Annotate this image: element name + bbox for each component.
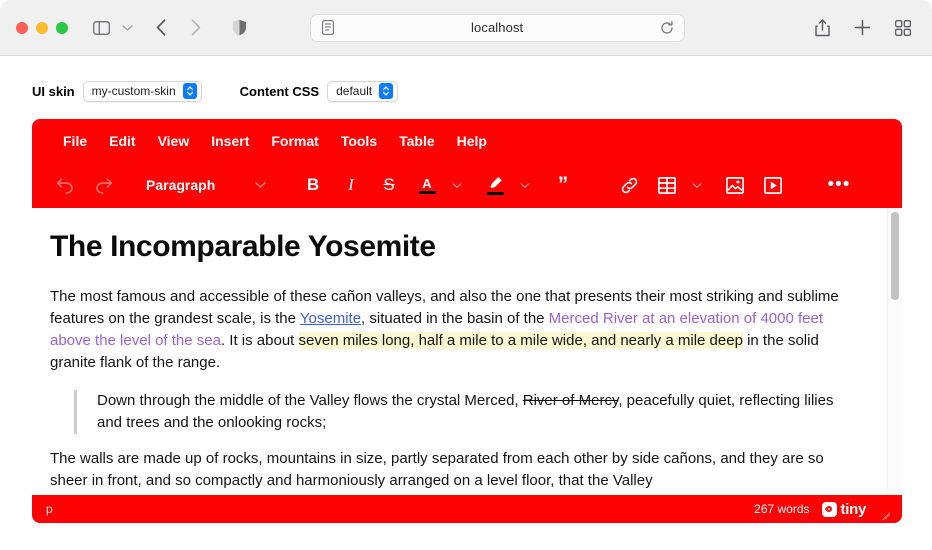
plus-icon[interactable] xyxy=(850,15,876,41)
p1-part2: , situated in the basin of the xyxy=(361,310,549,327)
content-css-value: default xyxy=(336,84,372,98)
quote-part1: Down through the middle of the Valley fl… xyxy=(97,392,523,409)
chevron-down-icon xyxy=(452,182,462,189)
text-color-button[interactable]: A xyxy=(412,170,442,200)
content-css-label: Content CSS xyxy=(240,84,319,99)
chevron-down-icon[interactable] xyxy=(114,15,140,41)
strikethrough-button[interactable]: S xyxy=(374,170,404,200)
demo-controls-row: UI skin my-custom-skin Content CSS defau… xyxy=(32,80,916,102)
editor-resize-handle[interactable] xyxy=(878,503,890,515)
address-bar[interactable]: localhost xyxy=(310,14,685,42)
bold-icon: B xyxy=(307,175,319,195)
table-dropdown[interactable] xyxy=(682,170,712,200)
editor-content-area: The Incomparable Yosemite The most famou… xyxy=(32,208,902,495)
highlighter-pen-icon xyxy=(487,176,504,195)
chevron-updown-icon[interactable] xyxy=(379,83,393,99)
menu-help[interactable]: Help xyxy=(448,129,496,153)
insert-table-button[interactable] xyxy=(652,170,682,200)
editor-scrollbar[interactable] xyxy=(887,208,902,495)
redo-button[interactable] xyxy=(88,170,118,200)
browser-right-actions xyxy=(800,15,916,41)
chevron-down-icon xyxy=(255,181,266,189)
more-toolbar-items-button[interactable]: ••• xyxy=(824,170,854,200)
reload-icon[interactable] xyxy=(658,19,676,37)
page-content: UI skin my-custom-skin Content CSS defau… xyxy=(0,56,932,550)
insert-link-button[interactable] xyxy=(614,170,644,200)
chevron-updown-icon[interactable] xyxy=(183,83,197,99)
editor-toolbar: Paragraph B I S xyxy=(32,162,902,208)
p1-part3: . It is about xyxy=(221,332,299,349)
document-blockquote: Down through the middle of the Valley fl… xyxy=(74,390,853,434)
chevron-down-icon xyxy=(520,182,530,189)
insert-image-button[interactable] xyxy=(720,170,750,200)
tinymce-editor: File Edit View Insert Format Tools Table… xyxy=(32,119,902,523)
window-traffic-lights xyxy=(16,22,68,34)
ellipsis-icon: ••• xyxy=(828,180,851,190)
editor-statusbar: p 267 words tiny xyxy=(32,495,902,523)
tinymce-brand-logo[interactable]: tiny xyxy=(822,501,866,518)
text-color-dropdown[interactable] xyxy=(442,170,472,200)
maximize-window-button[interactable] xyxy=(56,22,68,34)
word-count[interactable]: 267 words xyxy=(754,502,809,516)
content-css-select[interactable]: default xyxy=(327,81,398,102)
italic-button[interactable]: I xyxy=(336,170,366,200)
tiny-mark-icon xyxy=(822,502,837,517)
strikethrough-icon: S xyxy=(383,175,394,195)
back-arrow-icon[interactable] xyxy=(148,15,174,41)
ui-skin-label: UI skin xyxy=(32,84,75,99)
format-select-value: Paragraph xyxy=(146,177,215,193)
menu-format[interactable]: Format xyxy=(262,129,327,153)
text-color-icon: A xyxy=(419,177,436,194)
ui-skin-select[interactable]: my-custom-skin xyxy=(83,81,202,102)
menu-insert[interactable]: Insert xyxy=(202,129,258,153)
element-path[interactable]: p xyxy=(46,502,53,516)
menu-tools[interactable]: Tools xyxy=(332,129,386,153)
privacy-shield-icon[interactable] xyxy=(226,15,252,41)
menu-table[interactable]: Table xyxy=(390,129,444,153)
close-window-button[interactable] xyxy=(16,22,28,34)
menu-edit[interactable]: Edit xyxy=(100,129,144,153)
yosemite-link[interactable]: Yosemite xyxy=(300,310,361,327)
tiny-brand-text: tiny xyxy=(841,501,866,518)
blockquote-icon: ” xyxy=(558,179,569,192)
ui-skin-value: my-custom-skin xyxy=(92,84,176,98)
text-color-letter: A xyxy=(422,177,431,190)
quote-struck-text: River of Mercy xyxy=(523,392,619,409)
chevron-down-icon xyxy=(692,182,702,189)
browser-toolbar: localhost xyxy=(0,0,932,56)
format-select[interactable]: Paragraph xyxy=(136,170,272,200)
minimize-window-button[interactable] xyxy=(36,22,48,34)
editor-menubar: File Edit View Insert Format Tools Table… xyxy=(32,119,902,162)
background-color-dropdown[interactable] xyxy=(510,170,540,200)
p1-highlighted-text: seven miles long, half a mile to a mile … xyxy=(299,332,743,349)
background-color-button[interactable] xyxy=(480,170,510,200)
menu-file[interactable]: File xyxy=(54,129,96,153)
document-paragraph-2: The walls are made up of rocks, mountain… xyxy=(50,448,853,492)
address-bar-url[interactable]: localhost xyxy=(337,20,658,35)
document-title: The Incomparable Yosemite xyxy=(50,230,853,263)
forward-arrow-icon[interactable] xyxy=(182,15,208,41)
safari-browser-window: localhost xyxy=(0,0,932,550)
reader-view-icon[interactable] xyxy=(319,19,337,37)
undo-button[interactable] xyxy=(50,170,80,200)
italic-icon: I xyxy=(348,175,354,195)
bold-button[interactable]: B xyxy=(298,170,328,200)
tab-overview-icon[interactable] xyxy=(890,15,916,41)
sidebar-icon[interactable] xyxy=(88,15,114,41)
document-paragraph-1: The most famous and accessible of these … xyxy=(50,286,853,374)
share-icon[interactable] xyxy=(810,15,836,41)
insert-media-button[interactable] xyxy=(758,170,788,200)
editor-document-body[interactable]: The Incomparable Yosemite The most famou… xyxy=(32,208,887,495)
editor-scrollbar-thumb[interactable] xyxy=(891,212,899,300)
menu-view[interactable]: View xyxy=(149,129,199,153)
blockquote-button[interactable]: ” xyxy=(548,170,578,200)
statusbar-right: 267 words tiny xyxy=(754,501,890,518)
